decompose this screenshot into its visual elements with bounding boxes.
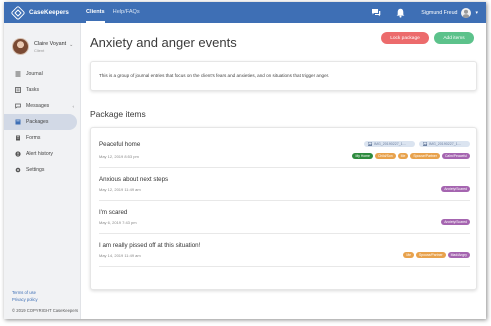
messages-icon (15, 103, 21, 109)
sidebar-footer: Terms of use Privacy policy © 2019 COPYR… (12, 290, 78, 313)
journal-icon (15, 71, 21, 77)
tag-list: Anxiety/Scared (439, 186, 470, 192)
image-icon (423, 142, 427, 146)
tag[interactable]: Child/Son (374, 153, 396, 159)
terms-of-use-link[interactable]: Terms of use (12, 290, 78, 295)
tasks-icon (15, 87, 21, 93)
tag[interactable]: Spouse/Partner (410, 153, 440, 159)
sidebar-item-label: Alert history (26, 151, 53, 157)
add-items-button[interactable]: Add items (434, 32, 474, 44)
item-title[interactable]: I'm scared (99, 209, 127, 216)
brand[interactable]: CaseKeepers (11, 5, 78, 20)
tag-list: Me Spouse/Partner Mad/Angry (401, 252, 470, 258)
sidebar-item-forms[interactable]: Forms (4, 130, 80, 146)
sidebar-item-label: Messages (26, 103, 50, 109)
item-date: May 12, 2019 8:53 pm (99, 154, 139, 159)
attachment-chip[interactable]: IMG_20190227_1... (364, 141, 415, 147)
item-date: May 12, 2019 11:49 am (99, 187, 141, 192)
sidebar-item-alert-history[interactable]: Alert history (4, 146, 80, 162)
packages-icon (15, 119, 21, 125)
sidebar-item-packages[interactable]: Packages (4, 114, 77, 130)
privacy-policy-link[interactable]: Privacy policy (12, 297, 78, 302)
app-window: CaseKeepers Clients Help/FAQs Sigmund Fr… (4, 2, 486, 319)
package-items-list: Peaceful home May 12, 2019 8:53 pm IMG_2… (90, 127, 477, 290)
item-title[interactable]: I am really pissed off at this situation… (99, 242, 200, 249)
alert-icon (15, 151, 21, 157)
chevron-left-icon[interactable]: ‹ (73, 104, 75, 109)
sidebar-item-label: Journal (26, 71, 43, 77)
chat-icon[interactable] (369, 6, 383, 20)
sidebar-item-label: Tasks (26, 87, 40, 93)
client-name: Claire Voyant (34, 40, 67, 47)
gear-icon (15, 167, 21, 173)
item-date: May 6, 2019 7:43 pm (99, 220, 137, 225)
lock-package-button[interactable]: Lock package (381, 32, 429, 44)
sidebar-menu: Journal Tasks Messages ‹ Packages Forms … (4, 66, 80, 178)
image-icon (368, 142, 372, 146)
client-avatar (12, 38, 29, 55)
bell-icon[interactable] (393, 6, 407, 20)
forms-icon (15, 135, 21, 141)
sidebar-item-journal[interactable]: Journal (4, 66, 80, 82)
caret-down-icon[interactable]: ▾ (475, 10, 478, 16)
tag[interactable]: Me (397, 153, 409, 159)
attachment-label: IMG_20190227_1... (374, 142, 406, 146)
attachment-chip[interactable]: IMG_20190227_1... (419, 141, 470, 147)
nav-link-help[interactable]: Help/FAQs (113, 2, 140, 23)
tag-list: Anxiety/Scared (439, 219, 470, 225)
sidebar-item-tasks[interactable]: Tasks (4, 82, 80, 98)
tag[interactable]: Mad/Angry (447, 252, 470, 258)
section-title: Package items (90, 109, 146, 119)
tag[interactable]: Anxiety/Scared (441, 186, 470, 192)
tag[interactable]: My Home (352, 153, 373, 159)
tag[interactable]: Anxiety/Scared (441, 219, 470, 225)
sidebar-item-messages[interactable]: Messages ‹ (4, 98, 80, 114)
user-name[interactable]: Sigmund Freud (421, 10, 457, 16)
item-date: May 14, 2019 11:49 am (99, 253, 141, 258)
copyright: © 2019 COPYRIGHT CaseKeepers (12, 308, 79, 313)
brand-name: CaseKeepers (29, 9, 69, 16)
top-navbar: CaseKeepers Clients Help/FAQs Sigmund Fr… (4, 2, 486, 23)
nav-link-clients[interactable]: Clients (86, 2, 105, 23)
list-item[interactable]: I'm scared May 6, 2019 7:43 pm Anxiety/S… (99, 201, 470, 234)
tag[interactable]: Calm/Peaceful (441, 153, 470, 159)
list-item[interactable]: I am really pissed off at this situation… (99, 234, 470, 267)
main-content: Anxiety and anger events Lock package Ad… (81, 23, 486, 319)
casekeepers-logo-icon (11, 5, 25, 20)
item-title[interactable]: Peaceful home (99, 141, 140, 148)
chevron-down-icon[interactable]: ⌄ (69, 42, 73, 48)
attachments: IMG_20190227_1... IMG_20190227_1... (360, 141, 470, 147)
sidebar-item-label: Packages (26, 119, 49, 125)
sidebar-item-label: Forms (26, 135, 41, 141)
tag-list: My Home Child/Son Me Spouse/Partner Calm… (350, 153, 470, 159)
item-title[interactable]: Anxious about next steps (99, 176, 168, 183)
attachment-label: IMG_20190227_1... (429, 142, 461, 146)
sidebar-item-label: Settings (26, 167, 45, 173)
user-avatar-icon[interactable] (461, 7, 472, 18)
client-role: Client (34, 47, 45, 53)
list-item[interactable]: Anxious about next steps May 12, 2019 11… (99, 168, 470, 201)
nav-right: Sigmund Freud ▾ (369, 2, 486, 23)
page-title: Anxiety and anger events (90, 35, 237, 50)
sidebar: Claire Voyant Client ⌄ Journal Tasks Mes… (4, 23, 81, 319)
sidebar-item-settings[interactable]: Settings (4, 162, 80, 178)
package-description: This is a group of journal entries that … (90, 61, 477, 91)
client-profile[interactable]: Claire Voyant Client ⌄ (4, 23, 80, 60)
list-item[interactable]: Peaceful home May 12, 2019 8:53 pm IMG_2… (99, 128, 470, 168)
tag[interactable]: Spouse/Partner (416, 252, 446, 258)
tag[interactable]: Me (403, 252, 415, 258)
